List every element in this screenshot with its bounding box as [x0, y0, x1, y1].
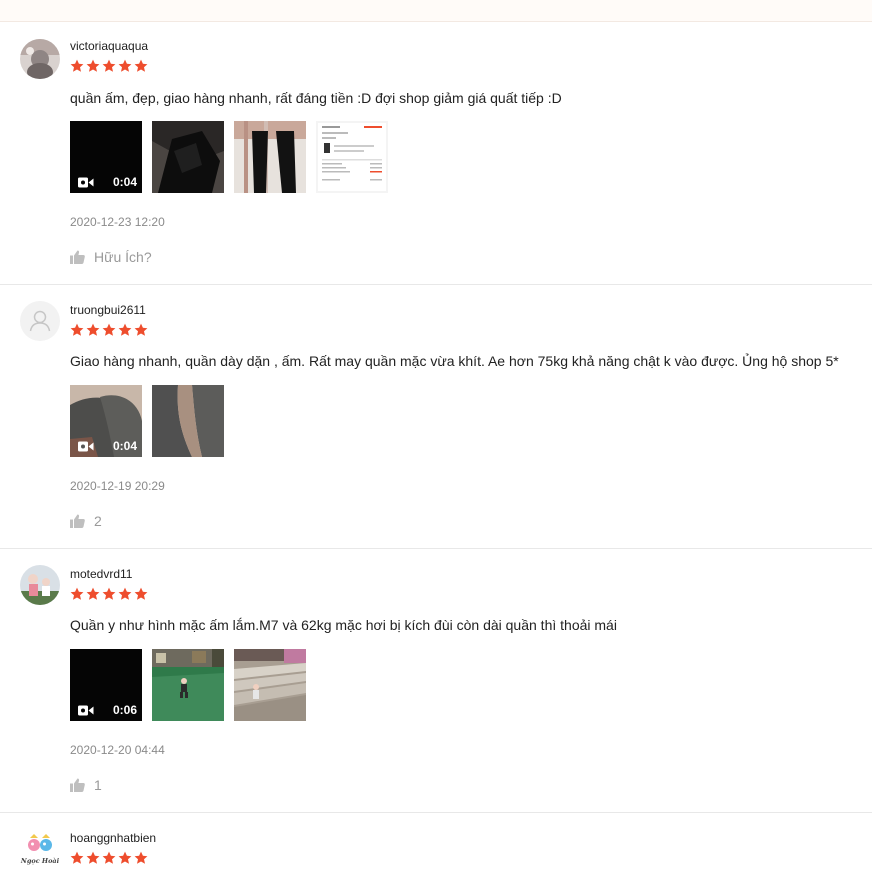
- star-icon: [118, 587, 132, 600]
- photo-thumbnail[interactable]: [152, 649, 224, 721]
- video-duration: 0:04: [112, 439, 137, 453]
- avatar[interactable]: [20, 565, 60, 605]
- review-comment: Quần y như hình mặc ấm lắm.M7 và 62kg mặ…: [70, 617, 617, 633]
- star-icon: [86, 587, 100, 600]
- review-comment: quần ấm, đẹp, giao hàng nhanh, rất đáng …: [70, 90, 562, 106]
- reviewer-username[interactable]: motedvrd11: [70, 567, 132, 581]
- star-icon: [70, 851, 84, 864]
- review-media: 0:04: [70, 385, 224, 457]
- star-icon: [102, 851, 116, 864]
- review-item: victoriaquaqua quần ấm, đẹp, giao hàng n…: [0, 22, 872, 285]
- star-icon: [134, 323, 148, 336]
- previous-section-strip: [0, 0, 872, 22]
- review-media: 0:04: [70, 121, 388, 193]
- photo-thumbnail[interactable]: [234, 649, 306, 721]
- star-icon: [70, 587, 84, 600]
- user-placeholder-icon: [20, 301, 60, 341]
- like-label: Hữu Ích?: [94, 249, 152, 265]
- like-button[interactable]: 2: [70, 513, 102, 529]
- review-media: 0:06: [70, 649, 306, 721]
- star-icon: [86, 59, 100, 72]
- avatar[interactable]: [20, 301, 60, 341]
- review-date: 2020-12-23 12:20: [70, 215, 165, 229]
- rating-stars: [70, 323, 148, 337]
- star-icon: [118, 59, 132, 72]
- like-count: 1: [94, 777, 102, 793]
- reviewer-username[interactable]: truongbui2611: [70, 303, 146, 317]
- star-icon: [118, 851, 132, 864]
- star-icon: [86, 323, 100, 336]
- review-date: 2020-12-20 04:44: [70, 743, 165, 757]
- video-duration: 0:06: [112, 703, 137, 717]
- star-icon: [102, 587, 116, 600]
- star-icon: [134, 59, 148, 72]
- video-thumbnail[interactable]: 0:06: [70, 649, 142, 721]
- like-button[interactable]: Hữu Ích?: [70, 249, 152, 265]
- video-camera-icon: [78, 705, 94, 715]
- rating-stars: [70, 851, 148, 865]
- like-button[interactable]: 1: [70, 777, 102, 793]
- avatar[interactable]: Ngọc Hoài: [20, 829, 60, 869]
- star-icon: [70, 59, 84, 72]
- reviewer-username[interactable]: hoanggnhatbien: [70, 831, 156, 845]
- star-icon: [102, 323, 116, 336]
- review-comment: Giao hàng nhanh, quần dày dặn , ấm. Rất …: [70, 353, 839, 369]
- rating-stars: [70, 59, 148, 73]
- photo-thumbnail[interactable]: [152, 121, 224, 193]
- video-camera-icon: [78, 177, 94, 187]
- thumbs-up-icon: [70, 514, 85, 528]
- star-icon: [70, 323, 84, 336]
- photo-thumbnail[interactable]: [152, 385, 224, 457]
- thumbs-up-icon: [70, 778, 85, 792]
- photo-thumbnail[interactable]: [316, 121, 388, 193]
- star-icon: [86, 851, 100, 864]
- thumbs-up-icon: [70, 250, 85, 264]
- reviewer-username[interactable]: victoriaquaqua: [70, 39, 148, 53]
- star-icon: [134, 587, 148, 600]
- video-thumbnail[interactable]: 0:04: [70, 385, 142, 457]
- video-duration: 0:04: [112, 175, 137, 189]
- star-icon: [134, 851, 148, 864]
- star-icon: [102, 59, 116, 72]
- photo-thumbnail[interactable]: [234, 121, 306, 193]
- review-item: truongbui2611 Giao hàng nhanh, quần dày …: [0, 285, 872, 549]
- avatar-logo-text: Ngọc Hoài: [20, 857, 60, 865]
- star-icon: [118, 323, 132, 336]
- review-item: motedvrd11 Quần y như hình mặc ấm lắm.M7…: [0, 549, 872, 813]
- rating-stars: [70, 587, 148, 601]
- video-thumbnail[interactable]: 0:04: [70, 121, 142, 193]
- video-camera-icon: [78, 441, 94, 451]
- like-count: 2: [94, 513, 102, 529]
- review-date: 2020-12-19 20:29: [70, 479, 165, 493]
- avatar[interactable]: [20, 39, 60, 79]
- review-item: Ngọc Hoài hoanggnhatbien: [0, 813, 872, 872]
